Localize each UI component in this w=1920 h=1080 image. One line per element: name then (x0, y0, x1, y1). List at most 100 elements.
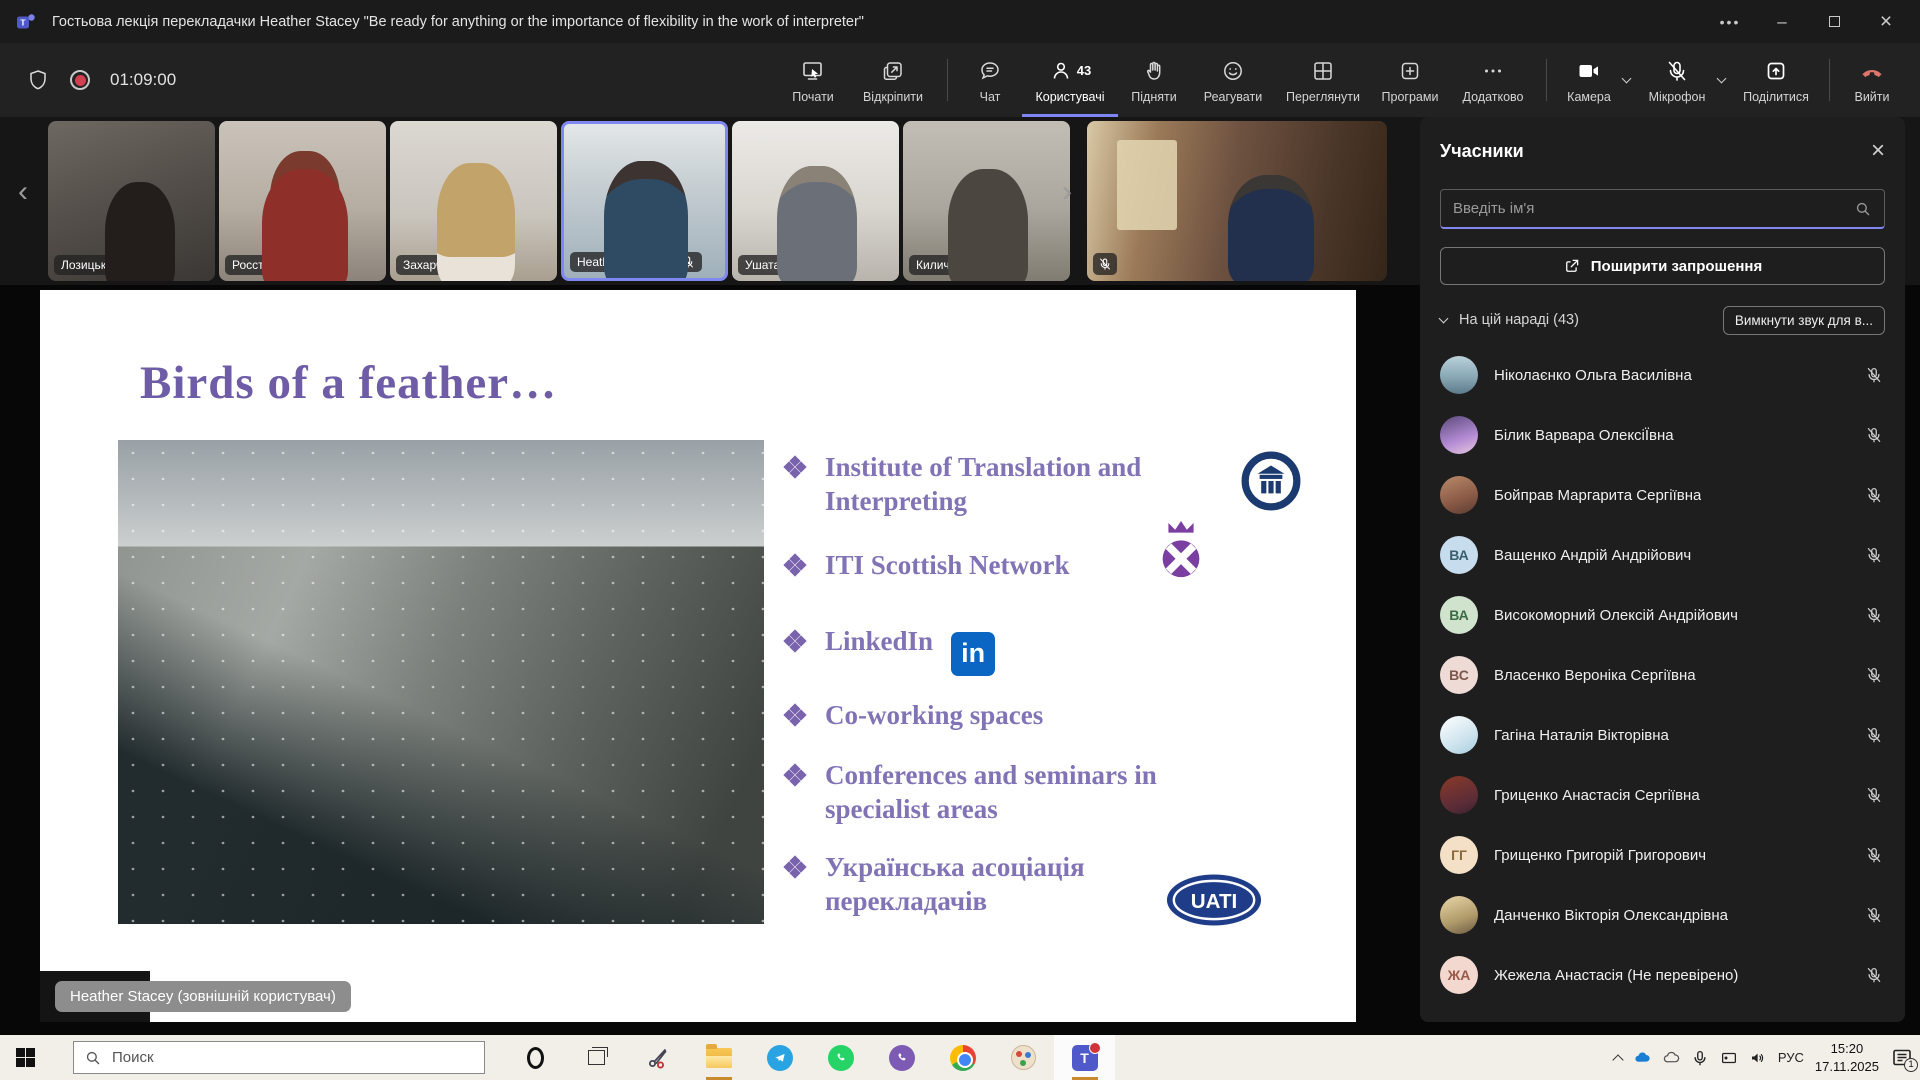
mic-muted-icon[interactable] (1865, 666, 1883, 684)
taskbar-app-explorer[interactable] (688, 1035, 749, 1080)
taskbar-app-teams[interactable]: T (1054, 1035, 1115, 1080)
spotlight-video-tile[interactable] (1087, 121, 1387, 281)
mic-muted-icon[interactable] (1865, 366, 1883, 384)
opera-icon (527, 1047, 544, 1069)
strip-scroll-left-icon[interactable]: ‹ (18, 175, 28, 209)
taskbar-app-paint[interactable] (993, 1035, 1054, 1080)
section-chevron-icon[interactable] (1439, 314, 1449, 324)
tray-expand-chevron-icon[interactable] (1612, 1054, 1623, 1065)
mic-muted-icon[interactable] (1865, 966, 1883, 984)
participant-name: Гриценко Анастасія Сергіївна (1494, 787, 1700, 804)
unpin-button[interactable]: Відкріпити (849, 43, 937, 117)
taskbar-search-input[interactable] (112, 1049, 474, 1066)
window-menu-button[interactable]: ••• (1704, 0, 1756, 43)
view-button[interactable]: Переглянути (1276, 43, 1370, 117)
participant-search-field[interactable] (1440, 189, 1885, 229)
participant-row[interactable]: Гагіна Наталія Вікторівна (1420, 705, 1905, 765)
close-panel-icon[interactable]: × (1871, 139, 1885, 163)
avatar (1440, 896, 1478, 934)
taskbar-task-view[interactable] (566, 1035, 627, 1080)
participant-row[interactable]: Гриценко Анастасія Сергіївна (1420, 765, 1905, 825)
participant-row[interactable]: ГГ Грищенко Григорій Григорович (1420, 825, 1905, 885)
close-button[interactable]: × (1860, 0, 1912, 43)
grid-view-icon (1311, 59, 1335, 83)
button-label: Реагувати (1204, 90, 1262, 104)
video-tile[interactable]: Захарчук С... (390, 121, 557, 281)
camera-options-chevron-icon[interactable] (1622, 73, 1632, 83)
mic-muted-icon[interactable] (1865, 846, 1883, 864)
mic-muted-icon[interactable] (1865, 426, 1883, 444)
taskbar-app-viber[interactable] (871, 1035, 932, 1080)
participant-row[interactable]: ЖА Жежела Анастасія (Не перевірено) (1420, 945, 1905, 1005)
tray-display-icon[interactable] (1720, 1049, 1738, 1067)
viber-icon (889, 1045, 915, 1071)
chat-button[interactable]: Чат (958, 43, 1022, 117)
taskbar-app-opera[interactable] (505, 1035, 566, 1080)
participant-name: Ніколаєнко Ольга Василівна (1494, 367, 1692, 384)
share-invite-button[interactable]: Поширити запрошення (1440, 247, 1885, 285)
participant-search-input[interactable] (1453, 200, 1854, 217)
share-button[interactable]: Поділитися (1733, 43, 1819, 117)
mute-all-button[interactable]: Вимкнути звук для в... (1723, 306, 1885, 335)
section-label: На цій нараді (43) (1459, 312, 1579, 328)
participant-row[interactable]: Білик Варвара ОлексіЇвна (1420, 405, 1905, 465)
participant-row[interactable]: ВА Ващенко Андрій Андрійович (1420, 525, 1905, 585)
mic-muted-icon (134, 258, 148, 272)
avatar (1440, 476, 1478, 514)
mic-muted-icon (681, 255, 695, 269)
mic-muted-icon[interactable] (1865, 786, 1883, 804)
mic-muted-icon[interactable] (1865, 906, 1883, 924)
mic-muted-icon[interactable] (1865, 486, 1883, 504)
mic-muted-icon[interactable] (1865, 726, 1883, 744)
apps-button[interactable]: Програми (1370, 43, 1450, 117)
participants-count-badge: 43 (1077, 63, 1091, 78)
microphone-button[interactable]: Мікрофон (1638, 43, 1716, 117)
meeting-title: Гостьова лекція перекладачки Heather Sta… (52, 14, 864, 30)
strip-scroll-right-icon[interactable]: › (1062, 175, 1072, 209)
more-button[interactable]: Додатково (1450, 43, 1536, 117)
language-indicator[interactable]: РУС (1778, 1050, 1804, 1065)
camera-button[interactable]: Камера (1557, 43, 1621, 117)
video-tile[interactable]: Росстальна... (219, 121, 386, 281)
participant-row[interactable]: ВС Власенко Вероніка Сергіївна (1420, 645, 1905, 705)
notification-center-button[interactable]: 1 (1890, 1046, 1914, 1070)
tile-name: Росстальна... (232, 258, 307, 272)
taskbar-search-box[interactable] (73, 1041, 485, 1074)
participant-row[interactable]: Ніколаєнко Ольга Василівна (1420, 345, 1905, 405)
bullet-text: Institute of Translation and Interpretin… (825, 452, 1141, 516)
mic-options-chevron-icon[interactable] (1717, 73, 1727, 83)
tile-name: Киличова ... (916, 258, 983, 272)
participant-name: Власенко Вероніка Сергіївна (1494, 667, 1696, 684)
toolbar-divider (1829, 59, 1830, 101)
presentation-slide: Birds of a feather… Institute of Transla… (40, 290, 1356, 1022)
participant-row[interactable]: Бойправ Маргарита Сергіївна (1420, 465, 1905, 525)
mic-muted-icon[interactable] (1865, 546, 1883, 564)
clock[interactable]: 15:20 17.11.2025 (1815, 1040, 1879, 1075)
taskbar-app-snipping[interactable] (627, 1035, 688, 1080)
video-tile[interactable]: Киличова ... (903, 121, 1070, 281)
raise-hand-button[interactable]: Підняти (1118, 43, 1190, 117)
taskbar-app-telegram[interactable] (749, 1035, 810, 1080)
maximize-button[interactable] (1808, 0, 1860, 43)
video-tile[interactable]: Ушата Тетя... (732, 121, 899, 281)
tray-mic-icon[interactable] (1691, 1049, 1709, 1067)
cloud-gray-icon[interactable] (1662, 1049, 1680, 1067)
participants-button[interactable]: 43 Користувачі (1022, 43, 1118, 117)
share-start-button[interactable]: Почати (777, 43, 849, 117)
volume-icon[interactable] (1749, 1049, 1767, 1067)
participant-row[interactable]: Данченко Вікторія Олександрівна (1420, 885, 1905, 945)
video-tile-active-speaker[interactable]: Heather Stacey ... (561, 121, 728, 281)
onedrive-cloud-icon[interactable] (1633, 1049, 1651, 1067)
react-button[interactable]: Реагувати (1190, 43, 1276, 117)
leave-button[interactable]: Вийти (1840, 43, 1904, 117)
mic-muted-icon[interactable] (1865, 606, 1883, 624)
button-label: Підняти (1131, 90, 1176, 104)
minimize-button[interactable]: – (1756, 0, 1808, 43)
video-tile[interactable]: Лозицька ... (48, 121, 215, 281)
start-button[interactable] (16, 1048, 35, 1067)
participant-list: Ніколаєнко Ольга Василівна Білик Варвара… (1420, 345, 1905, 1022)
taskbar-app-whatsapp[interactable] (810, 1035, 871, 1080)
participant-row[interactable]: ВА Високоморний Олексій Андрійович (1420, 585, 1905, 645)
slide-bullet: LinkedInin (785, 624, 1285, 676)
taskbar-app-chrome[interactable] (932, 1035, 993, 1080)
